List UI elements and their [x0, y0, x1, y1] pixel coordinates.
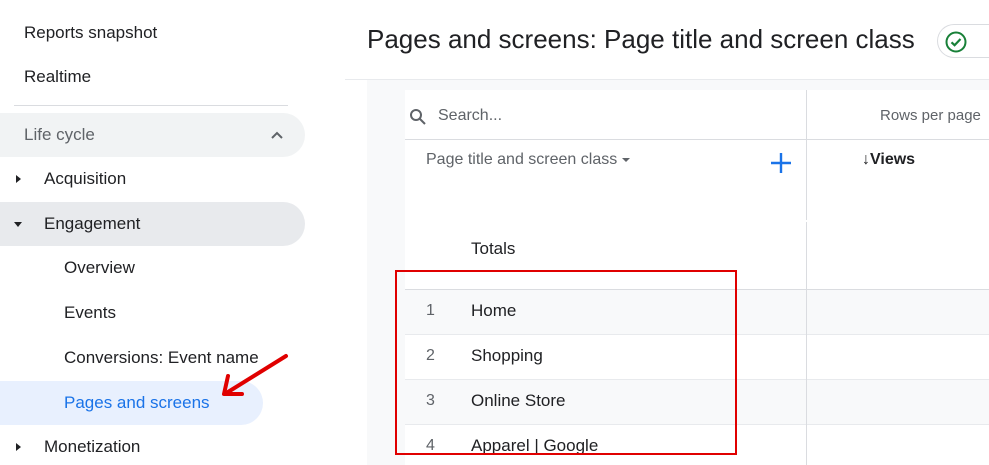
- nav-events[interactable]: Events: [64, 291, 116, 335]
- totals-label: Totals: [471, 239, 516, 258]
- search-input[interactable]: Search...: [438, 107, 502, 125]
- chevron-up-icon: [271, 131, 283, 139]
- nav-reports-snapshot[interactable]: Reports snapshot: [24, 11, 157, 55]
- data-quality-badge[interactable]: [937, 24, 989, 58]
- add-dimension-icon[interactable]: [768, 150, 794, 176]
- nav-acquisition-label: Acquisition: [44, 169, 127, 188]
- nav-monetization-label: Monetization: [44, 437, 141, 456]
- nav-overview-label: Overview: [64, 258, 135, 277]
- dropdown-caret-icon: [622, 158, 631, 162]
- nav-events-label: Events: [64, 303, 116, 322]
- annotation-arrow-icon: [222, 354, 288, 396]
- column-divider: [806, 425, 807, 465]
- nav-pages-and-screens[interactable]: Pages and screens: [64, 381, 210, 425]
- metric-column-header[interactable]: ↓Views: [862, 151, 915, 169]
- section-life-cycle[interactable]: Life cycle: [0, 113, 305, 157]
- section-life-cycle-label: Life cycle: [24, 125, 95, 144]
- dimension-header-label: Page title and screen class: [426, 151, 618, 168]
- caret-right-icon: [16, 443, 21, 451]
- nav-acquisition[interactable]: Acquisition: [0, 157, 305, 201]
- column-divider: [806, 335, 807, 380]
- rows-per-page-label: Rows per page: [880, 107, 981, 124]
- check-circle-icon: [945, 31, 967, 53]
- page-title: Pages and screens: Page title and screen…: [367, 24, 915, 54]
- caret-down-icon: [14, 222, 22, 227]
- column-divider: [806, 380, 807, 425]
- nav-reports-snapshot-label: Reports snapshot: [24, 23, 158, 42]
- nav-engagement-label: Engagement: [44, 214, 141, 233]
- report-header: Pages and screens: Page title and screen…: [345, 0, 989, 80]
- nav-overview[interactable]: Overview: [64, 246, 135, 290]
- sort-down-icon: ↓: [862, 151, 870, 168]
- nav-realtime-label: Realtime: [24, 67, 92, 86]
- column-divider: [806, 290, 807, 335]
- search-icon: [410, 109, 426, 125]
- metric-header-label: Views: [870, 151, 916, 168]
- table-search[interactable]: Search...: [405, 92, 806, 140]
- column-divider: [806, 222, 807, 290]
- nav-realtime[interactable]: Realtime: [24, 55, 91, 99]
- column-divider: [806, 90, 807, 220]
- highlight-box: [395, 270, 737, 455]
- caret-right-icon: [16, 175, 21, 183]
- nav-engagement[interactable]: Engagement: [0, 202, 305, 246]
- header-divider: [806, 139, 989, 140]
- nav-pages-and-screens-label: Pages and screens: [64, 393, 210, 412]
- nav-monetization[interactable]: Monetization: [0, 425, 305, 465]
- dimension-column-header[interactable]: Page title and screen class: [426, 151, 631, 169]
- sidebar-divider: [14, 105, 288, 106]
